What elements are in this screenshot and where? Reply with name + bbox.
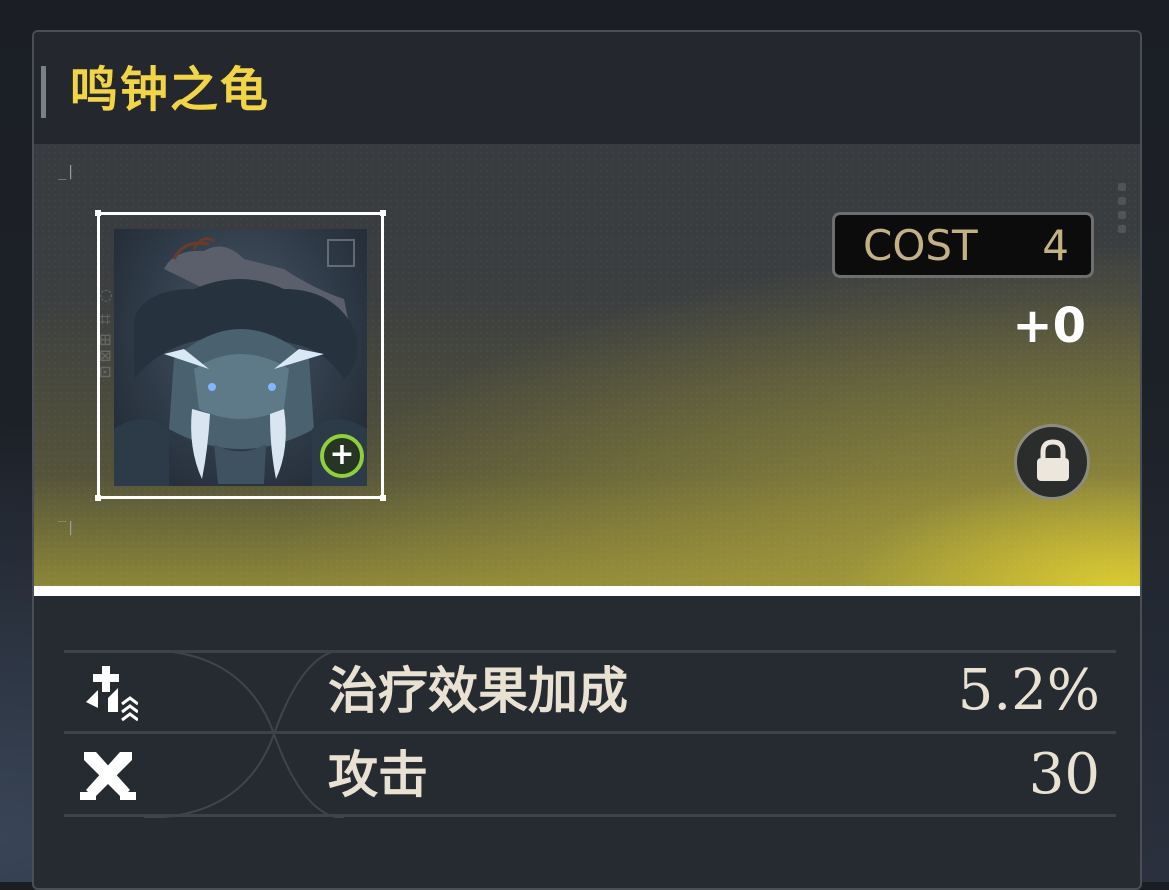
echo-level: +0	[1012, 298, 1086, 354]
stat-value: 30	[1028, 742, 1100, 807]
element-tag-icon	[327, 239, 355, 267]
cost-badge: COST 4	[832, 212, 1094, 278]
cost-label: COST	[863, 221, 978, 270]
lock-button[interactable]	[1014, 424, 1090, 500]
cost-value: 4	[1042, 221, 1069, 270]
hero-divider	[34, 586, 1140, 596]
corner-mark-bottom-left: ‾|	[58, 520, 75, 536]
stat-name: 治疗效果加成	[328, 662, 628, 720]
stat-name: 攻击	[328, 746, 428, 804]
healing-bonus-icon	[86, 666, 138, 722]
stat-row-attack: 攻击 30	[64, 731, 1116, 817]
right-decoration	[1118, 177, 1128, 437]
stats-panel: 治疗效果加成 5.2% 攻击 30	[64, 650, 1116, 818]
add-badge-button[interactable]: +	[320, 434, 364, 478]
echo-card: 鸣钟之龟 _| ‾| ◌⌗⊞⊠⊡ + COST 4 +0 治疗效果加成 5.2%…	[32, 30, 1142, 890]
corner-mark-top-left: _|	[58, 164, 75, 180]
stat-value: 5.2%	[957, 658, 1100, 723]
card-header: 鸣钟之龟	[34, 32, 1140, 144]
header-accent-bar	[41, 66, 46, 118]
card-title: 鸣钟之龟	[70, 62, 271, 118]
attack-icon	[80, 752, 136, 800]
lock-icon	[1037, 439, 1069, 481]
stat-row-healing-bonus: 治疗效果加成 5.2%	[64, 650, 1116, 732]
